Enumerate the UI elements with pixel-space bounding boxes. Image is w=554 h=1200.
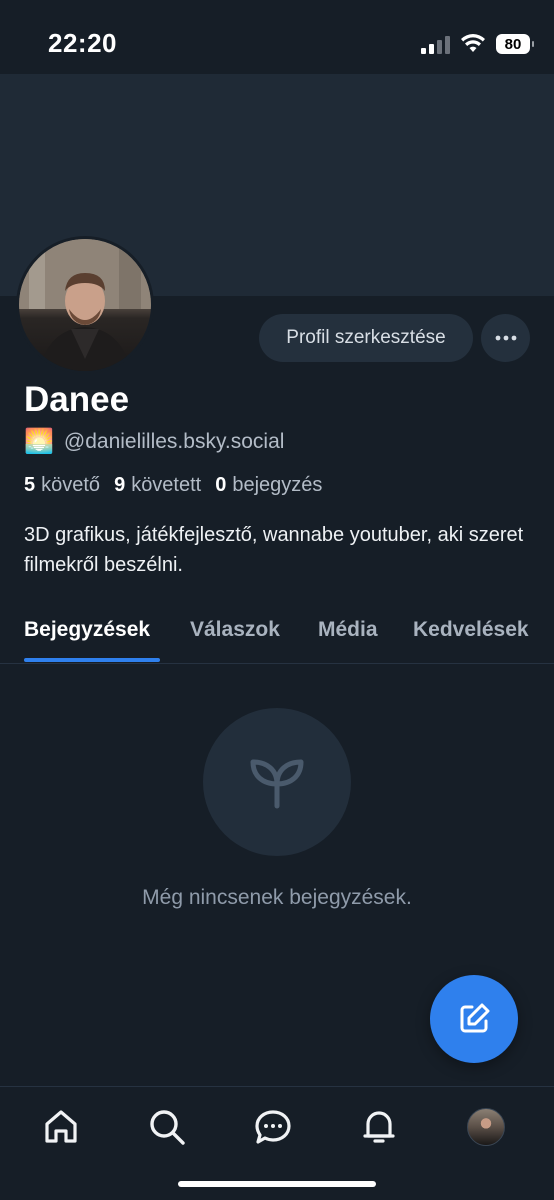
chat-icon — [255, 1110, 291, 1144]
nav-home[interactable] — [41, 1107, 81, 1147]
compose-icon — [460, 1003, 490, 1033]
compose-button[interactable] — [430, 975, 518, 1063]
home-icon — [45, 1110, 77, 1143]
nav-chat[interactable] — [253, 1107, 293, 1147]
signal-icon — [421, 34, 450, 54]
home-indicator — [178, 1181, 376, 1187]
following-stat[interactable]: 9 követett — [114, 474, 201, 497]
tab-replies[interactable]: Válaszok — [190, 618, 280, 642]
profile-tabs: Bejegyzések Válaszok Média Kedvelések — [0, 602, 554, 664]
nav-profile[interactable] — [466, 1107, 506, 1147]
sunrise-emoji: 🌅 — [24, 428, 54, 455]
profile-bio: 3D grafikus, játékfejlesztő, wannabe you… — [24, 524, 524, 576]
ellipsis-icon — [495, 335, 516, 341]
tab-posts[interactable]: Bejegyzések — [24, 618, 150, 642]
status-time: 22:20 — [48, 28, 117, 58]
posts-stat: 0 bejegyzés — [215, 474, 323, 496]
active-tab-indicator — [24, 658, 160, 662]
more-options-button[interactable] — [481, 314, 530, 362]
avatar-photo — [19, 239, 151, 371]
tab-likes[interactable]: Kedvelések — [413, 618, 529, 642]
search-icon — [150, 1110, 185, 1145]
nav-search[interactable] — [147, 1107, 187, 1147]
handle-row: 🌅 @danielilles.bsky.social — [24, 430, 284, 454]
profile-handle[interactable]: @danielilles.bsky.social — [64, 430, 285, 454]
profile-avatar — [467, 1108, 505, 1146]
profile-stats: 5 követő 9 követett 0 bejegyzés — [24, 474, 322, 497]
status-icons: 80 — [421, 32, 534, 56]
followers-stat[interactable]: 5 követő — [24, 474, 100, 497]
wifi-icon — [461, 34, 485, 52]
sprout-icon — [250, 759, 304, 809]
bell-icon — [363, 1111, 395, 1143]
status-bar: 22:20 80 — [0, 0, 554, 74]
empty-state-badge — [203, 708, 351, 856]
edit-profile-button[interactable]: Profil szerkesztése — [259, 314, 473, 362]
nav-notifications[interactable] — [359, 1107, 399, 1147]
battery-icon: 80 — [496, 34, 534, 54]
empty-state-text: Még nincsenek bejegyzések. — [142, 886, 412, 909]
profile-avatar-large[interactable] — [16, 236, 154, 374]
tab-media[interactable]: Média — [318, 618, 378, 642]
display-name: Danee — [24, 380, 130, 419]
